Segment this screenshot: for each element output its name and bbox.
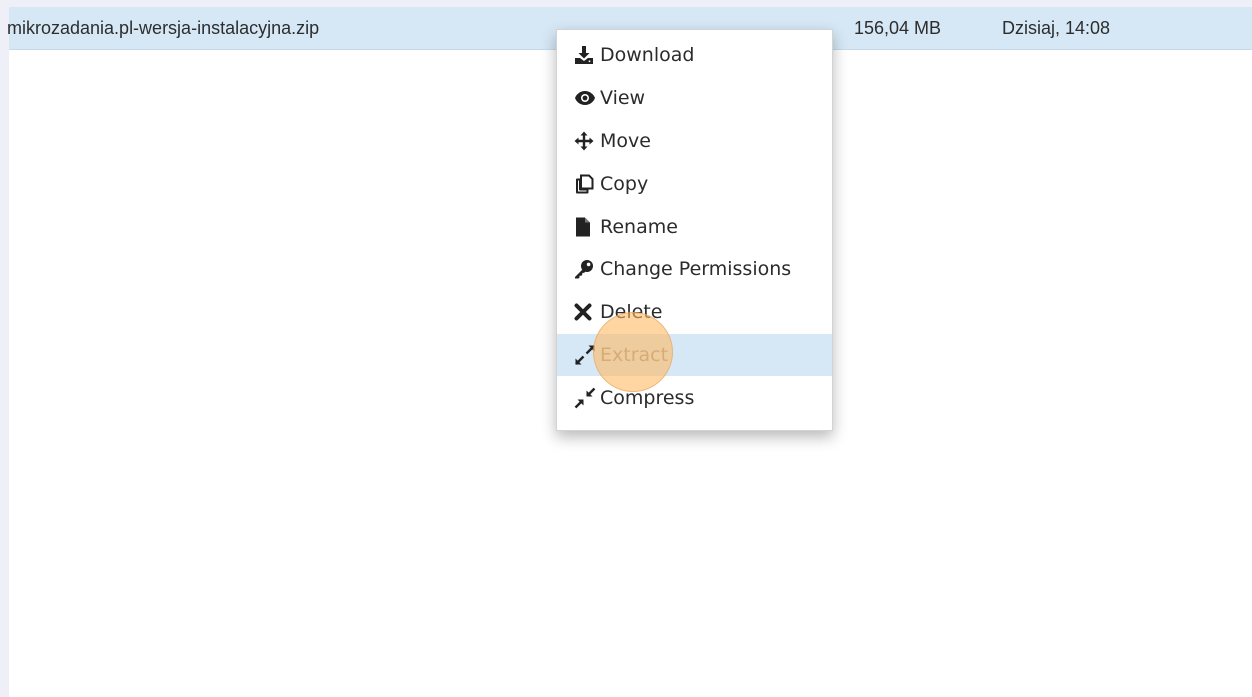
menu-item-move[interactable]: Move <box>557 120 832 163</box>
menu-label: View <box>600 87 646 110</box>
compress-arrows-icon <box>574 387 600 409</box>
download-icon <box>574 44 600 66</box>
file-modified: Dzisiaj, 14:08 <box>1002 18 1111 38</box>
menu-label: Delete <box>600 301 663 324</box>
menu-label: Copy <box>600 172 649 195</box>
menu-label: Change Permissions <box>600 258 792 281</box>
key-icon <box>574 258 600 280</box>
menu-item-compress[interactable]: Compress <box>557 376 832 419</box>
file-manager: mikrozadania.pl-wersja-instalacyjna.zip … <box>0 0 1252 697</box>
menu-item-delete[interactable]: Delete <box>557 291 832 334</box>
expand-arrows-icon <box>574 344 600 366</box>
left-edge <box>0 0 9 697</box>
menu-item-extract[interactable]: Extract <box>557 333 832 377</box>
eye-icon <box>574 87 600 109</box>
menu-label: Extract <box>600 343 669 366</box>
x-icon <box>574 301 600 323</box>
copy-icon <box>574 173 600 195</box>
file-name: mikrozadania.pl-wersja-instalacyjna.zip <box>7 18 320 38</box>
file-icon <box>574 216 600 238</box>
menu-label: Rename <box>600 215 678 238</box>
menu-label: Download <box>600 44 695 67</box>
menu-item-download[interactable]: Download <box>557 34 832 77</box>
menu-item-change-permissions[interactable]: Change Permissions <box>557 248 832 291</box>
menu-item-view[interactable]: View <box>557 77 832 120</box>
top-edge <box>0 0 1252 7</box>
menu-item-copy[interactable]: Copy <box>557 162 832 205</box>
context-menu: Download View Move Copy Rename Change Pe… <box>556 29 833 431</box>
menu-label: Move <box>600 129 651 152</box>
menu-label: Compress <box>600 386 695 409</box>
move-arrows-icon <box>574 130 600 152</box>
menu-item-rename[interactable]: Rename <box>557 205 832 248</box>
file-size: 156,04 MB <box>854 18 942 38</box>
